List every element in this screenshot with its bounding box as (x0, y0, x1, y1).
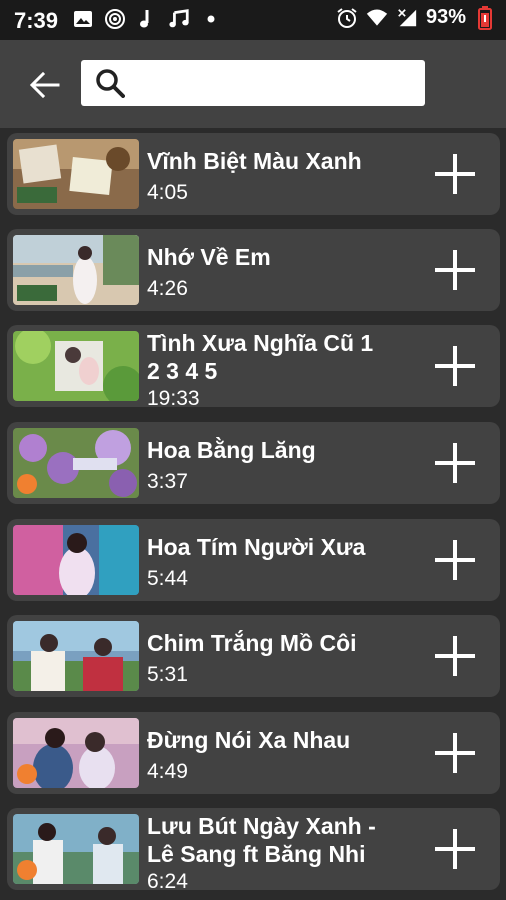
song-duration: 4:49 (147, 760, 188, 783)
song-thumbnail (13, 814, 139, 884)
song-duration: 5:31 (147, 663, 188, 686)
song-card-7[interactable]: Đừng Nói Xa Nhau 4:49 (7, 712, 500, 794)
song-thumbnail (13, 525, 139, 595)
arrow-left-icon (30, 72, 60, 98)
radio-icon (104, 8, 126, 30)
add-button[interactable] (435, 250, 475, 290)
song-card-2[interactable]: Nhớ Về Em 4:26 (7, 229, 500, 311)
battery-icon (474, 5, 496, 30)
add-button[interactable] (435, 443, 475, 483)
song-thumbnail (13, 139, 139, 209)
add-button[interactable] (435, 540, 475, 580)
song-title: Chim Trắng Mồ Côi (147, 630, 357, 656)
add-button[interactable] (435, 346, 475, 386)
add-button[interactable] (435, 829, 475, 869)
song-duration: 6:24 (147, 870, 188, 890)
song-title: Hoa Bằng Lăng (147, 437, 316, 463)
song-card-8[interactable]: Lưu Bút Ngày Xanh - Lê Sang ft Băng Nhi … (7, 808, 500, 890)
signal-icon (396, 7, 418, 29)
wifi-icon (366, 7, 388, 29)
alarm-icon (336, 7, 358, 29)
add-button[interactable] (435, 733, 475, 773)
song-thumbnail (13, 428, 139, 498)
status-time: 7:39 (14, 8, 59, 33)
song-thumbnail (13, 718, 139, 788)
song-card-6[interactable]: Chim Trắng Mồ Côi 5:31 (7, 615, 500, 697)
song-duration: 19:33 (147, 387, 200, 407)
song-title: Nhớ Về Em (147, 244, 271, 270)
add-button[interactable] (435, 636, 475, 676)
song-card-3[interactable]: Tình Xưa Nghĩa Cũ 1 2 3 4 5 19:33 (7, 325, 500, 407)
song-title: Hoa Tím Người Xưa (147, 534, 366, 560)
search-input[interactable] (133, 66, 417, 102)
add-button[interactable] (435, 154, 475, 194)
search-toolbar (0, 40, 506, 128)
song-card-5[interactable]: Hoa Tím Người Xưa 5:44 (7, 519, 500, 601)
battery-percent: 93% (425, 6, 466, 28)
song-thumbnail (13, 235, 139, 305)
song-title: Đừng Nói Xa Nhau (147, 727, 351, 753)
song-thumbnail (13, 331, 139, 401)
song-title: Tình Xưa Nghĩa Cũ 1 2 3 4 5 (147, 330, 374, 384)
music-notes-icon (168, 8, 190, 30)
search-icon (96, 69, 125, 98)
image-icon (72, 8, 94, 30)
song-thumbnail (13, 621, 139, 691)
song-card-4[interactable]: Hoa Bằng Lăng 3:37 (7, 422, 500, 504)
search-box[interactable] (81, 60, 425, 106)
song-list: Vĩnh Biệt Màu Xanh 4:05 Nhớ Về Em 4:26 T… (0, 128, 506, 900)
status-bar: 7:39 93% (0, 0, 506, 40)
music-note-icon (136, 8, 158, 30)
song-title: Lưu Bút Ngày Xanh - Lê Sang ft Băng Nhi (147, 813, 376, 867)
dot-icon (200, 8, 222, 30)
song-title: Vĩnh Biệt Màu Xanh (147, 148, 362, 174)
song-duration: 5:44 (147, 567, 188, 590)
song-duration: 3:37 (147, 470, 188, 493)
song-duration: 4:05 (147, 181, 188, 204)
back-button[interactable] (26, 66, 64, 104)
song-duration: 4:26 (147, 277, 188, 300)
song-card-1[interactable]: Vĩnh Biệt Màu Xanh 4:05 (7, 133, 500, 215)
